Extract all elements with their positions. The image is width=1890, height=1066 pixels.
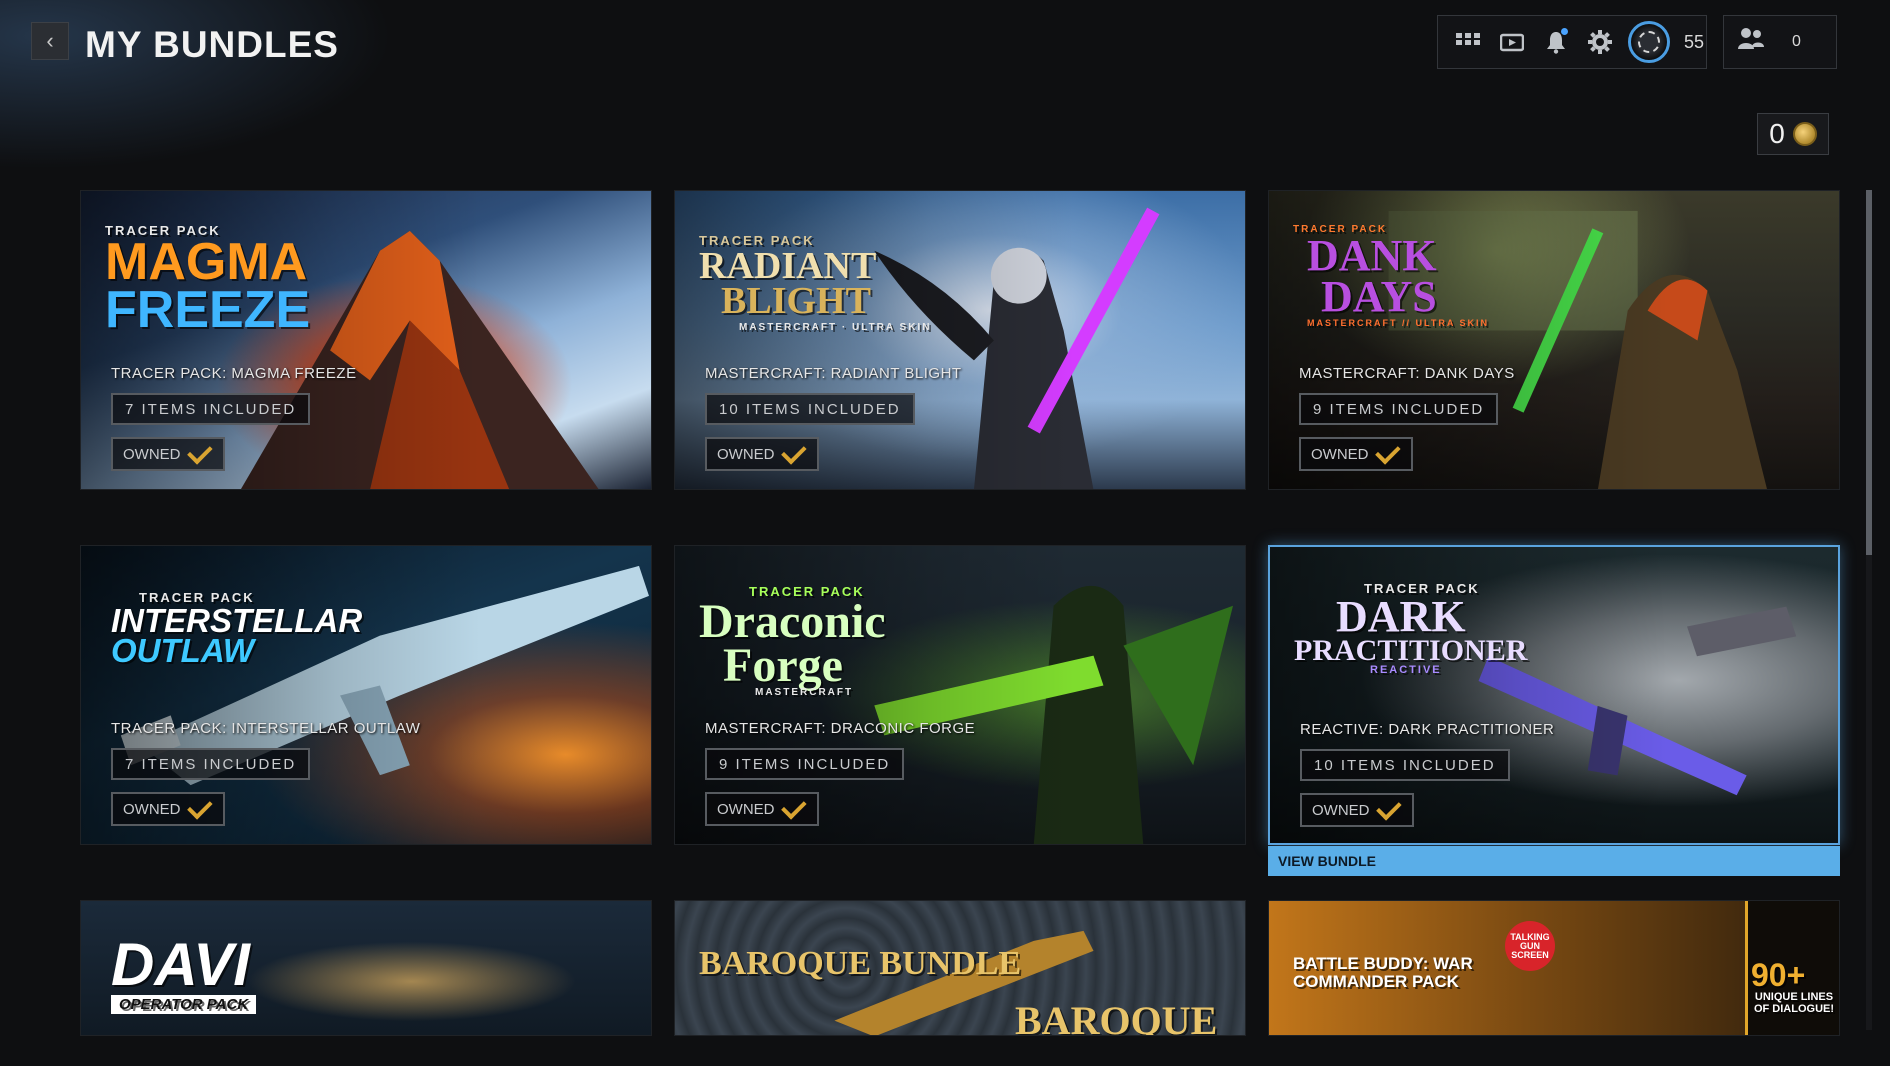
- hud-toolbar: 55: [1437, 15, 1707, 69]
- prestige-icon: [1638, 31, 1660, 53]
- party-count: 0: [1792, 33, 1801, 50]
- bundle-card-draconic-forge[interactable]: TRACER PACK Draconic Forge MASTERCRAFT M…: [674, 545, 1246, 845]
- bundle-card-baroque[interactable]: BAROQUE BUNDLE BAROQUE: [674, 900, 1246, 1036]
- bundle-logo: BATTLE BUDDY: WAR COMMANDER PACK: [1293, 954, 1473, 991]
- owned-badge: OWNED: [1299, 437, 1413, 471]
- checkmark-icon: [780, 794, 807, 820]
- items-included-label: 9 ITEMS INCLUDED: [1299, 393, 1499, 425]
- bundle-card-battle-buddy[interactable]: BATTLE BUDDY: WAR COMMANDER PACK TALKING…: [1268, 900, 1840, 1036]
- owned-badge: OWNED: [705, 792, 819, 826]
- bundle-logo: TRACER PACK INTERSTELLAR OUTLAW: [111, 590, 363, 670]
- bundle-logo: DAVI OPERATOR PACK: [111, 935, 257, 1014]
- bundle-name: MASTERCRAFT: DRACONIC FORGE: [705, 720, 976, 737]
- checkmark-icon: [780, 439, 807, 465]
- checkmark-icon: [186, 439, 213, 465]
- dialogue-count: 90+: [1751, 957, 1806, 993]
- bundle-card-magma-freeze[interactable]: TRACER PACK MAGMA FREEZE TRACER PACK: MA…: [80, 190, 652, 490]
- bundle-logo: BAROQUE BUNDLE: [699, 945, 1022, 982]
- player-level: 55: [1684, 31, 1705, 52]
- notification-dot: [1561, 28, 1568, 35]
- owned-badge: OWNED: [1300, 793, 1414, 827]
- party-button[interactable]: 0: [1723, 15, 1837, 69]
- bundle-logo: TRACER PACK MAGMA FREEZE: [105, 223, 311, 339]
- scrollbar-thumb[interactable]: [1866, 190, 1872, 555]
- bundle-name: TRACER PACK: MAGMA FREEZE: [111, 365, 357, 382]
- items-included-label: 10 ITEMS INCLUDED: [705, 393, 915, 425]
- bundle-card-dark-practitioner[interactable]: TRACER PACK DARK PRACTITIONER REACTIVE R…: [1268, 545, 1840, 845]
- checkmark-icon: [1374, 439, 1401, 465]
- view-bundle-button[interactable]: VIEW BUNDLE: [1268, 846, 1840, 876]
- items-included-label: 7 ITEMS INCLUDED: [111, 748, 311, 780]
- bundle-card-radiant-blight[interactable]: TRACER PACK RADIANT BLIGHT MASTERCRAFT ·…: [674, 190, 1246, 490]
- cod-points-icon: [1792, 122, 1817, 146]
- talking-gun-badge: TALKING GUN SCREEN: [1505, 921, 1555, 971]
- grid-icon[interactable]: [1446, 20, 1490, 64]
- bundle-name: REACTIVE: DARK PRACTITIONER: [1300, 721, 1555, 738]
- cod-points-balance[interactable]: 0: [1757, 113, 1829, 155]
- page-title: MY BUNDLES: [85, 24, 339, 65]
- checkmark-icon: [1375, 795, 1402, 821]
- bundle-logo: TRACER PACK Draconic Forge MASTERCRAFT: [699, 584, 886, 699]
- bundle-logo: TRACER PACK RADIANT BLIGHT MASTERCRAFT ·…: [699, 233, 932, 333]
- currency-amount: 0: [1769, 118, 1785, 149]
- bundle-name: MASTERCRAFT: DANK DAYS: [1299, 365, 1515, 382]
- player-level-badge[interactable]: [1628, 21, 1670, 63]
- bundle-card-interstellar-outlaw[interactable]: TRACER PACK INTERSTELLAR OUTLAW TRACER P…: [80, 545, 652, 845]
- bundle-logo: TRACER PACK DARK PRACTITIONER REACTIVE: [1294, 581, 1528, 677]
- back-button[interactable]: ‹: [31, 22, 69, 60]
- items-included-label: 7 ITEMS INCLUDED: [111, 393, 311, 425]
- party-icon: [1738, 27, 1764, 58]
- items-included-label: 9 ITEMS INCLUDED: [705, 748, 905, 780]
- owned-badge: OWNED: [111, 437, 225, 471]
- gear-icon[interactable]: [1578, 20, 1622, 64]
- bundle-card-dank-days[interactable]: TRACER PACK DANK DAYS MASTERCRAFT // ULT…: [1268, 190, 1840, 490]
- bundle-sub-logo: BAROQUE: [1015, 998, 1218, 1036]
- bundle-name: MASTERCRAFT: RADIANT BLIGHT: [705, 365, 962, 382]
- chevron-left-icon: ‹: [46, 28, 54, 53]
- bell-icon[interactable]: [1534, 20, 1578, 64]
- items-included-label: 10 ITEMS INCLUDED: [1300, 749, 1510, 781]
- checkmark-icon: [186, 794, 213, 820]
- owned-badge: OWNED: [705, 437, 819, 471]
- bundle-logo: TRACER PACK DANK DAYS MASTERCRAFT // ULT…: [1293, 224, 1489, 329]
- dialogue-caption: UNIQUE LINES OF DIALOGUE!: [1753, 991, 1835, 1016]
- bundle-name: TRACER PACK: INTERSTELLAR OUTLAW: [111, 720, 421, 737]
- owned-badge: OWNED: [111, 792, 225, 826]
- bundle-card-operator-pack[interactable]: DAVI OPERATOR PACK: [80, 900, 652, 1036]
- video-icon[interactable]: [1490, 20, 1534, 64]
